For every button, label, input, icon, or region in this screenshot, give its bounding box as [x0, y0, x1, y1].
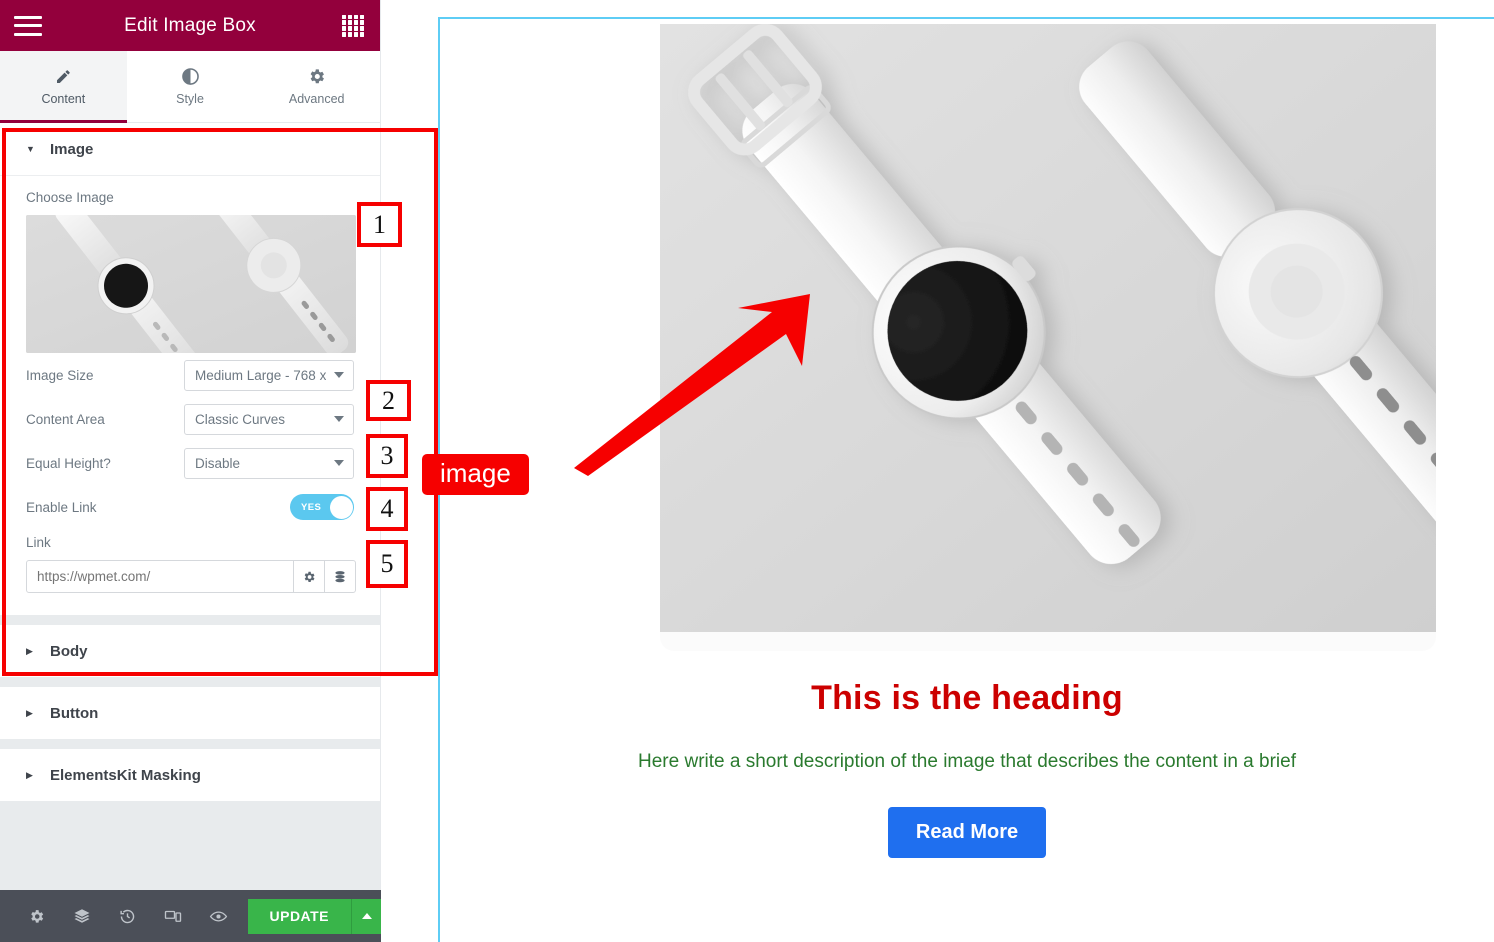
section-body-label: Body: [50, 642, 88, 660]
content-area-label: Content Area: [26, 411, 105, 427]
section-masking-header[interactable]: ▶ ElementsKit Masking: [0, 749, 380, 801]
widgets-grid-icon[interactable]: [342, 14, 364, 37]
link-input[interactable]: [27, 561, 293, 592]
watch-photo-svg: [660, 24, 1436, 632]
panel-tabs: Content Style Advanced: [0, 51, 381, 123]
field-image-size: Image Size Medium Large - 768 x: [26, 353, 354, 397]
image-box-widget[interactable]: [660, 24, 1436, 651]
pencil-icon: [54, 68, 72, 86]
annotation-number-1: 1: [357, 202, 402, 247]
link-input-group: [26, 560, 356, 593]
chevron-down-icon: ▼: [26, 144, 35, 154]
tab-advanced[interactable]: Advanced: [253, 51, 381, 122]
choose-image-label: Choose Image: [26, 190, 114, 205]
tab-style-label: Style: [176, 92, 204, 107]
watch-thumbnail-svg: [26, 215, 356, 353]
navigator-layers-icon[interactable]: [60, 890, 106, 942]
settings-gear-icon[interactable]: [14, 890, 60, 942]
preview-canvas: This is the heading Here write a short d…: [382, 0, 1494, 942]
chevron-down-icon: [334, 460, 344, 466]
contrast-icon: [181, 67, 200, 86]
annotation-number-3: 3: [366, 434, 408, 478]
field-content-area: Content Area Classic Curves: [26, 397, 354, 441]
section-button-header[interactable]: ▶ Button: [0, 687, 380, 739]
image-thumbnail[interactable]: [26, 215, 356, 353]
annotation-number-5: 5: [366, 540, 408, 588]
caret-up-icon[interactable]: [351, 898, 382, 934]
section-elementskit-masking: ▶ ElementsKit Masking: [0, 749, 380, 801]
section-image-content: Choose Image Image Size Medium Large - 7…: [0, 176, 380, 615]
image-size-value: Medium Large - 768 x: [195, 367, 327, 383]
tab-content-label: Content: [41, 91, 86, 106]
section-body: ▶ Body: [0, 625, 380, 677]
field-equal-height: Equal Height? Disable: [26, 441, 354, 485]
responsive-device-icon[interactable]: [151, 890, 197, 942]
content-area-select[interactable]: Classic Curves: [184, 403, 354, 435]
section-body-header[interactable]: ▶ Body: [0, 625, 380, 677]
hero-image[interactable]: [660, 24, 1436, 632]
field-choose-image: Choose Image: [26, 190, 356, 353]
dynamic-tags-icon[interactable]: [324, 561, 355, 592]
image-size-label: Image Size: [26, 367, 94, 383]
panel-footer: UPDATE: [0, 890, 382, 942]
field-enable-link: Enable Link YES: [26, 485, 354, 529]
chevron-right-icon: ▶: [26, 769, 33, 780]
gear-icon: [307, 67, 326, 86]
tab-content[interactable]: Content: [0, 51, 127, 123]
page-description: Here write a short description of the im…: [638, 751, 1296, 772]
toggle-knob: [329, 495, 353, 519]
image-box-text: This is the heading Here write a short d…: [440, 679, 1494, 858]
content-area-value: Classic Curves: [195, 411, 286, 427]
hamburger-icon[interactable]: [14, 15, 42, 36]
section-button: ▶ Button: [0, 687, 380, 739]
enable-link-toggle[interactable]: YES: [290, 494, 354, 520]
page-heading: This is the heading: [811, 679, 1123, 717]
section-button-label: Button: [50, 704, 99, 722]
section-image: ▼ Image Choose Image Image Size Medium L…: [0, 124, 380, 615]
tab-style[interactable]: Style: [126, 51, 254, 122]
chevron-down-icon: [334, 416, 344, 422]
link-options-gear-icon[interactable]: [293, 561, 324, 592]
annotation-number-4: 4: [366, 487, 408, 531]
editor-panel: Edit Image Box Content Style Advanced ▼ …: [0, 0, 382, 942]
chevron-right-icon: ▶: [26, 707, 33, 718]
widget-selection-frame: This is the heading Here write a short d…: [438, 17, 1494, 942]
toggle-state-label: YES: [301, 501, 322, 513]
tab-advanced-label: Advanced: [288, 92, 345, 107]
image-callout-label: image: [422, 454, 529, 495]
page-title: Edit Image Box: [124, 14, 256, 36]
equal-height-value: Disable: [195, 455, 241, 471]
section-image-header[interactable]: ▼ Image: [0, 124, 380, 176]
section-divider: [0, 739, 380, 749]
field-link: Link: [26, 535, 356, 593]
panel-body: ▼ Image Choose Image Image Size Medium L…: [0, 124, 380, 890]
preview-eye-icon[interactable]: [196, 890, 242, 942]
elementor-editor-screen: Edit Image Box Content Style Advanced ▼ …: [0, 0, 1494, 942]
chevron-right-icon: ▶: [26, 645, 33, 656]
read-more-button[interactable]: Read More: [887, 807, 1047, 858]
equal-height-select[interactable]: Disable: [184, 447, 354, 479]
annotation-number-2: 2: [366, 380, 411, 421]
enable-link-label: Enable Link: [26, 499, 97, 515]
update-button-group: UPDATE: [247, 898, 382, 934]
chevron-down-icon: [334, 372, 344, 378]
section-divider: [0, 677, 380, 687]
section-masking-label: ElementsKit Masking: [50, 766, 201, 784]
link-label: Link: [26, 535, 51, 550]
section-image-label: Image: [50, 141, 94, 158]
equal-height-label: Equal Height?: [26, 455, 111, 471]
panel-header: Edit Image Box: [0, 0, 380, 51]
image-size-select[interactable]: Medium Large - 768 x: [184, 359, 354, 391]
update-button[interactable]: UPDATE: [247, 898, 352, 934]
history-clock-icon[interactable]: [105, 890, 151, 942]
section-divider: [0, 615, 380, 625]
